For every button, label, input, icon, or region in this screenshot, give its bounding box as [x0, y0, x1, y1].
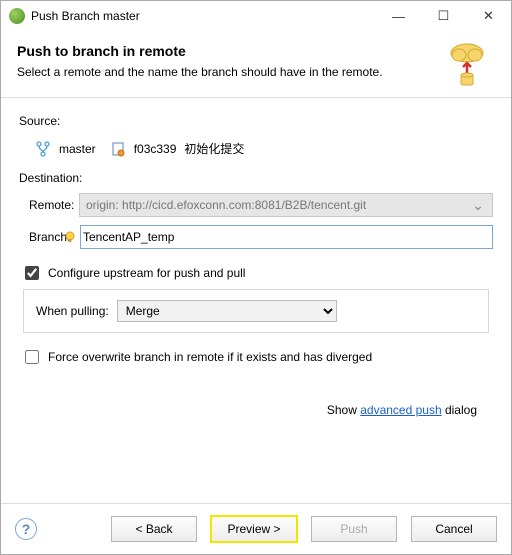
configure-upstream-row[interactable]: Configure upstream for push and pull: [21, 263, 493, 283]
advanced-prefix: Show: [327, 403, 360, 417]
button-bar: ? < Back Preview > Push Cancel: [1, 503, 511, 554]
branch-row: Branch:: [19, 225, 493, 249]
advanced-row: Show advanced push dialog: [19, 373, 493, 417]
branch-input-wrap[interactable]: [80, 225, 493, 249]
remote-value: origin: http://cicd.efoxconn.com:8081/B2…: [86, 198, 366, 212]
content-area: Source: master f03c339 初始化提交 Destination…: [1, 106, 511, 417]
separator: [1, 97, 511, 98]
remote-select[interactable]: origin: http://cicd.efoxconn.com:8081/B2…: [79, 193, 493, 217]
minimize-button[interactable]: —: [376, 1, 421, 31]
remote-row: Remote: origin: http://cicd.efoxconn.com…: [19, 193, 493, 217]
pulling-group: When pulling: Merge: [23, 289, 489, 333]
commit-icon: [112, 141, 126, 157]
source-label: Source:: [19, 114, 493, 128]
destination-label: Destination:: [19, 171, 493, 185]
commit-message: 初始化提交: [184, 140, 244, 157]
header-title: Push to branch in remote: [17, 43, 495, 59]
configure-upstream-checkbox[interactable]: [25, 266, 39, 280]
source-branch-name: master: [59, 142, 96, 156]
push-button: Push: [311, 516, 397, 542]
force-overwrite-label: Force overwrite branch in remote if it e…: [48, 350, 372, 364]
title-bar: Push Branch master — ☐ ✕: [1, 1, 511, 31]
push-cloud-icon: [447, 41, 487, 87]
force-overwrite-checkbox[interactable]: [25, 350, 39, 364]
dialog-header: Push to branch in remote Select a remote…: [1, 31, 511, 87]
back-button[interactable]: < Back: [111, 516, 197, 542]
header-subtitle: Select a remote and the name the branch …: [17, 65, 495, 79]
branch-input[interactable]: [81, 230, 492, 244]
commit-hash: f03c339: [134, 142, 177, 156]
dialog-window: Push Branch master — ☐ ✕ Push to branch …: [0, 0, 512, 555]
remote-label: Remote:: [19, 198, 79, 212]
configure-upstream-label: Configure upstream for push and pull: [48, 266, 245, 280]
lightbulb-icon: [63, 230, 77, 244]
source-row: master f03c339 初始化提交: [19, 134, 493, 167]
advanced-push-link[interactable]: advanced push: [360, 403, 441, 417]
close-button[interactable]: ✕: [466, 1, 511, 31]
force-overwrite-row[interactable]: Force overwrite branch in remote if it e…: [21, 347, 493, 367]
help-icon[interactable]: ?: [15, 518, 37, 540]
maximize-button[interactable]: ☐: [421, 1, 466, 31]
when-pulling-label: When pulling:: [36, 304, 109, 318]
advanced-suffix: dialog: [442, 403, 477, 417]
window-title: Push Branch master: [31, 9, 376, 23]
branch-icon: [35, 141, 51, 157]
cancel-button[interactable]: Cancel: [411, 516, 497, 542]
app-icon: [9, 8, 25, 24]
preview-button[interactable]: Preview >: [211, 516, 297, 542]
when-pulling-select[interactable]: Merge: [117, 300, 337, 322]
